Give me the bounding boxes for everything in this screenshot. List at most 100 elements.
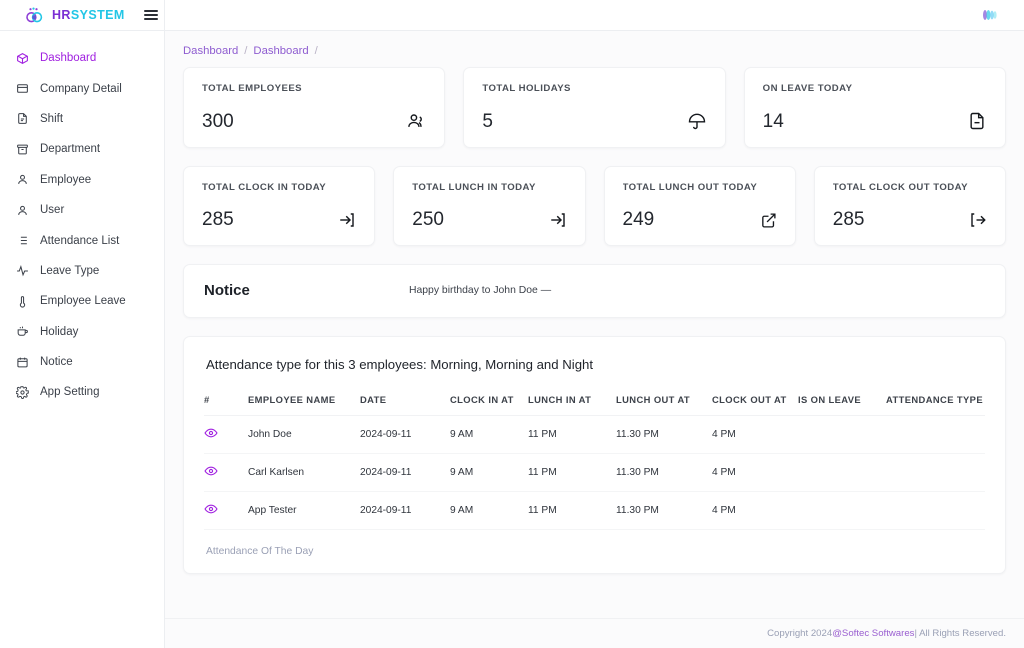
sidebar-item-company-detail[interactable]: Company Detail	[0, 73, 164, 103]
breadcrumb: Dashboard / Dashboard /	[183, 31, 1006, 67]
file-text-icon	[15, 112, 29, 126]
stat-card-label: TOTAL LUNCH IN TODAY	[412, 182, 536, 193]
attendance-table-body: John Doe 2024-09-11 9 AM 11 PM 11.30 PM …	[204, 415, 985, 530]
sidebar-item-label: Company Detail	[40, 82, 122, 95]
breadcrumb-separator: /	[314, 45, 318, 57]
sidebar-item-label: User	[40, 204, 65, 217]
stat-card-label: TOTAL CLOCK OUT TODAY	[832, 182, 968, 193]
brand-area: HRSYSTEM	[0, 0, 165, 30]
sidebar-item-leave-type[interactable]: Leave Type	[0, 256, 164, 286]
cell-is-on-leave	[798, 491, 886, 530]
stat-card-body: 249	[623, 210, 777, 229]
eye-icon[interactable]	[204, 502, 218, 516]
row-view-action[interactable]	[204, 453, 248, 492]
attendance-panel: Attendance type for this 3 employees: Mo…	[183, 336, 1006, 574]
stat-card-body: 300	[202, 111, 426, 131]
stats-row-primary: TOTAL EMPLOYEES 300 TOTAL HOLIDAYS 5 ON …	[183, 67, 1006, 148]
sidebar-item-label: Employee	[40, 173, 92, 186]
main-scroll-area: Dashboard / Dashboard / TOTAL EMPLOYEES …	[165, 31, 1024, 618]
sidebar-item-label: Holiday	[40, 325, 79, 338]
cell-attendance-type	[886, 491, 985, 530]
cell-attendance-type	[886, 453, 985, 492]
cell-lunch-out-at: 11.30 PM	[616, 415, 712, 454]
column-header-is-on-leave: IS ON LEAVE	[798, 394, 886, 416]
sidebar-item-label: Dashboard	[40, 52, 97, 65]
cell-date: 2024-09-11	[360, 491, 450, 530]
sidebar-item-label: Shift	[40, 112, 64, 125]
cell-lunch-out-at: 11.30 PM	[616, 491, 712, 530]
hr-system-logo-icon	[26, 7, 45, 24]
users-icon	[406, 111, 426, 131]
stat-card-body: 14	[763, 111, 987, 131]
user-avatar-logo-icon[interactable]	[980, 8, 1002, 22]
stat-card-total-holidays: TOTAL HOLIDAYS 5	[463, 67, 726, 148]
dashboard-icon	[15, 51, 29, 65]
body-wrapper: Dashboard Company Detail Shift Departmen…	[0, 31, 1024, 648]
sidebar-item-label: Notice	[40, 356, 73, 369]
app-root: HRSYSTEM Dashboard Company Detail Shift …	[0, 0, 1024, 648]
sidebar-item-label: Employee Leave	[40, 295, 126, 308]
stat-card-value: 14	[762, 111, 784, 132]
person-icon	[15, 173, 29, 187]
hamburger-menu-icon[interactable]	[143, 10, 158, 20]
attendance-table-head: # EMPLOYEE NAME DATE CLOCK IN AT LUNCH I…	[204, 394, 985, 416]
column-header-lunch-out-at: LUNCH OUT AT	[616, 394, 712, 416]
attendance-of-the-day-link[interactable]: Attendance Of The Day	[206, 546, 313, 557]
row-view-action[interactable]	[204, 491, 248, 530]
list-icon	[15, 234, 29, 248]
stats-row-secondary: TOTAL CLOCK IN TODAY 285 TOTAL LUNCH IN …	[183, 166, 1006, 246]
footer-brand-link[interactable]: @Softec Softwares	[832, 628, 914, 639]
stat-card-value: 300	[202, 111, 234, 132]
sidebar-item-notice[interactable]: Notice	[0, 347, 164, 377]
column-header-date: DATE	[360, 394, 450, 416]
sidebar-item-attendance-list[interactable]: Attendance List	[0, 225, 164, 255]
brand-title: HRSYSTEM	[52, 9, 125, 22]
sidebar-item-dashboard[interactable]: Dashboard	[0, 43, 164, 73]
cell-lunch-in-at: 11 PM	[528, 491, 616, 530]
gear-icon	[15, 385, 29, 399]
log-in-icon	[338, 211, 356, 229]
row-view-action[interactable]	[204, 415, 248, 454]
stat-card-label: TOTAL HOLIDAYS	[482, 83, 571, 94]
top-bar-right	[980, 8, 1024, 22]
cell-lunch-out-at: 11.30 PM	[616, 453, 712, 492]
cell-clock-out-at: 4 PM	[712, 491, 798, 530]
building-icon	[15, 82, 29, 96]
stat-card-total-clock-out-today: TOTAL CLOCK OUT TODAY 285	[813, 166, 1006, 246]
sidebar-item-app-setting[interactable]: App Setting	[0, 377, 164, 407]
stat-card-label: TOTAL EMPLOYEES	[202, 83, 303, 94]
cell-date: 2024-09-11	[360, 415, 450, 454]
stat-card-total-lunch-out-today: TOTAL LUNCH OUT TODAY 249	[603, 166, 796, 246]
sidebar-item-holiday[interactable]: Holiday	[0, 317, 164, 347]
table-row: John Doe 2024-09-11 9 AM 11 PM 11.30 PM …	[204, 415, 985, 454]
sidebar-item-department[interactable]: Department	[0, 134, 164, 164]
eye-icon[interactable]	[204, 464, 218, 478]
table-row: Carl Karlsen 2024-09-11 9 AM 11 PM 11.30…	[204, 453, 985, 492]
cell-clock-out-at: 4 PM	[712, 415, 798, 454]
top-bar: HRSYSTEM	[0, 0, 1024, 31]
stat-card-label: ON LEAVE TODAY	[762, 83, 853, 94]
column-header-index: #	[204, 394, 248, 416]
sidebar-item-employee-leave[interactable]: Employee Leave	[0, 286, 164, 316]
sidebar-nav: Dashboard Company Detail Shift Departmen…	[0, 31, 165, 648]
stat-card-total-lunch-in-today: TOTAL LUNCH IN TODAY 250	[393, 166, 586, 246]
sidebar-item-label: Attendance List	[40, 234, 120, 247]
footer-bar: Copyright 2024 @Softec Softwares | All R…	[165, 618, 1024, 648]
stat-card-value: 5	[482, 111, 493, 132]
breadcrumb-item-dashboard-1[interactable]: Dashboard	[183, 45, 238, 57]
column-header-clock-out-at: CLOCK OUT AT	[712, 394, 798, 416]
cell-lunch-in-at: 11 PM	[528, 453, 616, 492]
stat-card-on-leave-today: ON LEAVE TODAY 14	[743, 67, 1006, 148]
brand-hr: HR	[52, 7, 71, 22]
stat-card-body: 285	[202, 210, 356, 229]
cell-lunch-in-at: 11 PM	[528, 415, 616, 454]
attendance-title: Attendance type for this 3 employees: Mo…	[206, 357, 594, 372]
breadcrumb-item-dashboard-2[interactable]: Dashboard	[253, 45, 308, 57]
sidebar-item-employee[interactable]: Employee	[0, 165, 164, 195]
sidebar-item-user[interactable]: User	[0, 195, 164, 225]
sidebar-item-label: Leave Type	[40, 264, 100, 277]
table-header-row: # EMPLOYEE NAME DATE CLOCK IN AT LUNCH I…	[204, 394, 985, 416]
eye-icon[interactable]	[204, 426, 218, 440]
sidebar-item-shift[interactable]: Shift	[0, 104, 164, 134]
stat-card-value: 285	[832, 209, 865, 230]
